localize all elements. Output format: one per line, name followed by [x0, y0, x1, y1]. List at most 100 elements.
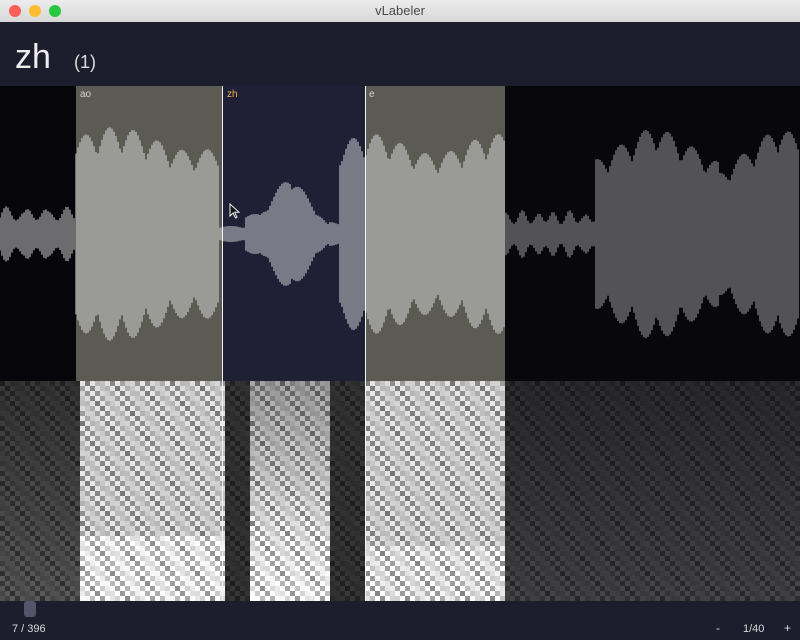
spectrogram-cell — [355, 501, 360, 506]
spectrogram-cell — [200, 481, 205, 486]
spectrogram-cell — [235, 406, 240, 411]
spectrogram-cell — [320, 531, 325, 536]
spectrogram-cell — [280, 391, 285, 396]
spectrogram-cell — [230, 546, 235, 551]
spectrogram-cell — [240, 551, 245, 556]
spectrogram-cell — [80, 496, 85, 501]
spectrogram-cell — [465, 556, 470, 561]
spectrogram-cell — [10, 486, 15, 491]
spectrogram-cell — [410, 426, 415, 431]
spectrogram-cell — [255, 486, 260, 491]
spectrogram-cell — [475, 466, 480, 471]
spectrogram-cell — [150, 561, 155, 566]
spectrogram-cell — [485, 541, 490, 546]
spectrogram-cell — [115, 401, 120, 406]
spectrogram-cell — [370, 486, 375, 491]
spectrogram-cell — [195, 486, 200, 491]
spectrogram-cell — [135, 556, 140, 561]
spectrogram-cell — [270, 556, 275, 561]
spectrogram-cell — [310, 521, 315, 526]
spectrogram-cell — [195, 561, 200, 566]
spectrogram-cell — [300, 561, 305, 566]
spectrogram-cell — [350, 441, 355, 446]
spectrogram-cell — [100, 546, 105, 551]
spectrogram-cell — [65, 576, 70, 581]
spectrogram-cell — [5, 431, 10, 436]
spectrogram-cell — [35, 401, 40, 406]
spectrogram-cell — [125, 586, 130, 591]
spectrogram-cell — [175, 381, 180, 386]
spectrogram-cell — [335, 381, 340, 386]
spectrogram-cell — [320, 591, 325, 596]
spectrogram-cell — [475, 506, 480, 511]
spectrogram-cell — [400, 546, 405, 551]
spectrogram-cell — [85, 511, 90, 516]
spectrogram-cell — [475, 406, 480, 411]
spectrogram-cell — [210, 426, 215, 431]
spectrogram-cell — [485, 446, 490, 451]
spectrogram-cell — [380, 531, 385, 536]
spectrogram-cell — [235, 586, 240, 591]
spectrogram-cell — [210, 571, 215, 576]
spectrogram-cell — [70, 481, 75, 486]
spectrogram-cell — [400, 481, 405, 486]
spectrogram-cell — [320, 581, 325, 586]
spectrogram-cell — [30, 401, 35, 406]
spectrogram-cell — [60, 501, 65, 506]
spectrogram-cell — [125, 591, 130, 596]
spectrogram-cell — [175, 556, 180, 561]
spectrogram-cell — [425, 426, 430, 431]
spectrogram-cell — [235, 446, 240, 451]
spectrogram-cell — [375, 591, 380, 596]
spectrogram-cell — [390, 421, 395, 426]
spectrogram-cell — [385, 491, 390, 496]
spectrogram-cell — [55, 476, 60, 481]
spectrogram-cell — [155, 586, 160, 591]
spectrogram-cell — [440, 486, 445, 491]
spectrogram-cell — [70, 451, 75, 456]
spectrogram-cell — [80, 531, 85, 536]
entry-name[interactable]: zh — [15, 38, 51, 77]
spectrogram-cell — [15, 521, 20, 526]
spectrogram-cell — [45, 526, 50, 531]
spectrogram-cell — [125, 511, 130, 516]
spectrogram-cell — [150, 521, 155, 526]
spectrogram-cell — [390, 501, 395, 506]
spectrogram-cell — [415, 406, 420, 411]
spectrogram-cell — [380, 436, 385, 441]
spectrogram-cell — [10, 436, 15, 441]
spectrogram-cell — [115, 506, 120, 511]
spectrogram-cell — [250, 586, 255, 591]
spectrogram-cell — [175, 396, 180, 401]
spectrogram-cell — [90, 441, 95, 446]
spectrogram-cell — [295, 561, 300, 566]
spectrogram-cell — [270, 431, 275, 436]
spectrogram-cell — [225, 516, 230, 521]
spectrogram-cell — [195, 546, 200, 551]
spectrogram-cell — [310, 536, 315, 541]
spectrogram-cell — [405, 551, 410, 556]
spectrogram-cell — [300, 571, 305, 576]
spectrogram-cell — [405, 541, 410, 546]
spectrogram-cell — [285, 506, 290, 511]
spectrogram-cell — [410, 541, 415, 546]
spectrogram-cell — [10, 561, 15, 566]
spectrogram-cell — [340, 471, 345, 476]
spectrogram-cell — [195, 511, 200, 516]
waveform-editor[interactable]: ao zh e — [0, 86, 800, 601]
spectrogram-cell — [60, 386, 65, 391]
spectrogram-cell — [390, 386, 395, 391]
spectrogram-cell — [280, 411, 285, 416]
spectrogram-cell — [90, 451, 95, 456]
spectrogram-cell — [345, 466, 350, 471]
spectrogram-cell — [430, 476, 435, 481]
spectrogram-cell — [375, 531, 380, 536]
spectrogram-cell — [125, 426, 130, 431]
spectrogram-cell — [200, 501, 205, 506]
spectrogram-cell — [465, 431, 470, 436]
spectrogram-cell — [165, 501, 170, 506]
spectrogram-cell — [385, 511, 390, 516]
spectrogram-cell — [255, 521, 260, 526]
spectrogram-cell — [400, 406, 405, 411]
spectrogram-cell — [125, 456, 130, 461]
